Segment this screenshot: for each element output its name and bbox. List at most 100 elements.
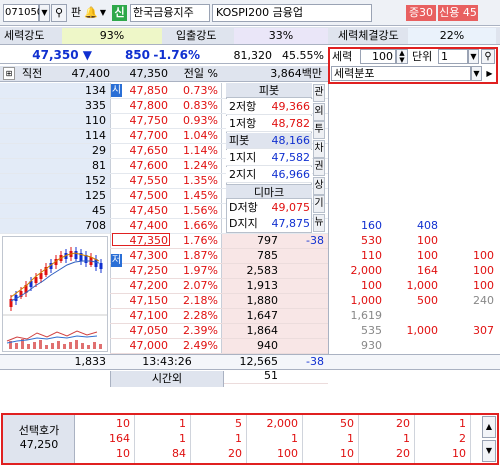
bid-rate: 2.39% — [183, 324, 218, 337]
unit-label: 단위 — [412, 50, 433, 63]
ask-rate: 1.04% — [183, 129, 218, 142]
force-stepper[interactable]: ▲ ▼ — [396, 49, 408, 64]
selected-scroll-up[interactable]: ▲ — [482, 416, 496, 438]
ask-price[interactable]: 47,650 — [122, 144, 169, 158]
force-bid-a: 100 — [361, 279, 382, 292]
ask-price[interactable]: 47,400 — [122, 219, 169, 233]
bid-quantity[interactable]: 1,647 — [226, 309, 279, 323]
side-tab[interactable]: 상 — [313, 176, 325, 195]
distribution-next-icon[interactable]: ▶ — [484, 66, 495, 81]
force-bid-c: 100 — [473, 249, 494, 262]
bid-price[interactable]: 47,300 — [122, 249, 169, 263]
unit-dropdown-icon[interactable]: ▼ — [468, 49, 479, 64]
selected-cell: 10 — [116, 447, 130, 460]
bid-quantity[interactable]: 785 — [226, 249, 278, 263]
bid-quantity[interactable]: 1,864 — [226, 324, 279, 338]
ask-quantity[interactable]: 110 — [40, 114, 106, 128]
ask-quantity[interactable]: 335 — [40, 99, 106, 113]
ask-price[interactable]: 47,850 — [122, 84, 169, 98]
force-bid-b: 500 — [417, 294, 438, 307]
current-price: 47,350 ▼ — [32, 48, 92, 62]
bid-price[interactable]: 47,250 — [122, 264, 169, 278]
ask-quantity[interactable]: 114 — [40, 129, 106, 143]
demark-label: D지지 — [229, 217, 258, 230]
bid-quantity[interactable]: 2,583 — [226, 264, 279, 278]
ask-quantity[interactable]: 152 — [40, 174, 106, 188]
selected-cell: 2,000 — [266, 417, 299, 430]
force-bid-a: 1,000 — [350, 294, 383, 307]
ask-price[interactable]: 47,600 — [122, 159, 169, 173]
bid-quantity[interactable]: 1,913 — [226, 279, 279, 293]
side-tab[interactable]: 차 — [313, 139, 325, 158]
selected-cell: 50 — [340, 417, 354, 430]
ask-price[interactable]: 47,450 — [122, 204, 169, 218]
ask-quantity[interactable]: 29 — [40, 144, 106, 158]
bid-low-tag: 저 — [111, 254, 122, 267]
selected-cell: 10 — [340, 447, 354, 460]
bid-price[interactable]: 47,100 — [122, 309, 169, 323]
ask-price[interactable]: 47,800 — [122, 99, 169, 113]
pivot-value: 48,166 — [271, 134, 311, 147]
expand-icon[interactable]: ⊞ — [3, 67, 15, 80]
side-tab[interactable]: 관 — [313, 84, 325, 102]
bid-quantity[interactable]: 1,880 — [226, 294, 279, 308]
force-bid-a: 930 — [361, 339, 382, 352]
pivot-value: 49,366 — [271, 100, 311, 113]
stock-name-field: 한국금융지주 — [130, 4, 210, 22]
bid-quantity[interactable]: 940 — [226, 339, 278, 353]
bid-rate: 1.76% — [183, 234, 218, 247]
after-hours-label[interactable]: 시간외 — [110, 371, 224, 387]
ask-price[interactable]: 47,700 — [122, 129, 169, 143]
bid-quantity[interactable]: 51 — [226, 369, 278, 383]
side-tab[interactable]: 기 — [313, 195, 325, 213]
force-ask-a: 160 — [361, 219, 382, 232]
search-icon[interactable]: ⚲ — [51, 4, 67, 22]
force-bid-b: 1,000 — [406, 279, 439, 292]
ask-rate: 1.45% — [183, 189, 218, 202]
force-ask-b: 408 — [417, 219, 438, 232]
ask-quantity[interactable]: 125 — [40, 189, 106, 203]
pivot-title: 피봇 — [226, 83, 312, 98]
side-tab[interactable]: 외 — [313, 102, 325, 121]
selected-cell-divider — [358, 415, 359, 463]
pan-label[interactable]: 판 — [69, 5, 83, 21]
distribution-dropdown-icon[interactable]: ▼ — [471, 66, 482, 81]
prev-value: 47,400 — [71, 67, 111, 80]
code-dropdown-button[interactable]: ▼ — [39, 4, 50, 22]
force-bid-b: 100 — [417, 234, 438, 247]
bid-price[interactable]: 47,150 — [122, 294, 169, 308]
volume-bar — [27, 344, 30, 349]
ask-price[interactable]: 47,750 — [122, 114, 169, 128]
ask-price[interactable]: 47,500 — [122, 189, 169, 203]
ask-quantity[interactable]: 81 — [40, 159, 106, 173]
bid-price[interactable]: 47,200 — [122, 279, 169, 293]
zoom-icon[interactable]: ⚲ — [481, 49, 495, 64]
volume-bar — [69, 342, 72, 349]
distribution-select[interactable]: 세력분포 — [331, 66, 471, 81]
pivot-label: 2저항 — [229, 100, 257, 113]
selected-cell: 84 — [172, 447, 186, 460]
bid-price[interactable]: 47,000 — [122, 339, 169, 353]
bell-dropdown-icon[interactable]: ▼ — [98, 5, 108, 21]
ask-quantity[interactable]: 134 — [40, 84, 106, 98]
force-bid-a: 2,000 — [350, 264, 383, 277]
bell-icon[interactable]: 🔔 — [84, 5, 98, 21]
bid-price[interactable]: 47,050 — [122, 324, 169, 338]
side-tab[interactable]: 뉴 — [313, 213, 325, 232]
volume-bar — [51, 343, 54, 349]
force-value-input[interactable]: 100 — [360, 49, 396, 64]
stock-code-input[interactable]: 071050 — [3, 4, 43, 22]
ask-quantity[interactable]: 45 — [40, 204, 106, 218]
side-tab[interactable]: 권 — [313, 158, 325, 176]
ask-price[interactable]: 47,550 — [122, 174, 169, 188]
header-price: 47,350 — [129, 67, 169, 80]
ask-quantity[interactable]: 708 — [40, 219, 106, 233]
bid-quantity[interactable]: 797 — [226, 234, 278, 248]
inout-strength-label: 입출강도 — [176, 29, 217, 42]
selected-scroll-down[interactable]: ▼ — [482, 440, 496, 462]
total-bid: 12,565 — [239, 355, 279, 368]
side-tab[interactable]: 투 — [313, 121, 325, 139]
bid-rate: 2.18% — [183, 294, 218, 307]
unit-select[interactable]: 1 — [438, 49, 468, 64]
volume-bar — [15, 343, 18, 349]
